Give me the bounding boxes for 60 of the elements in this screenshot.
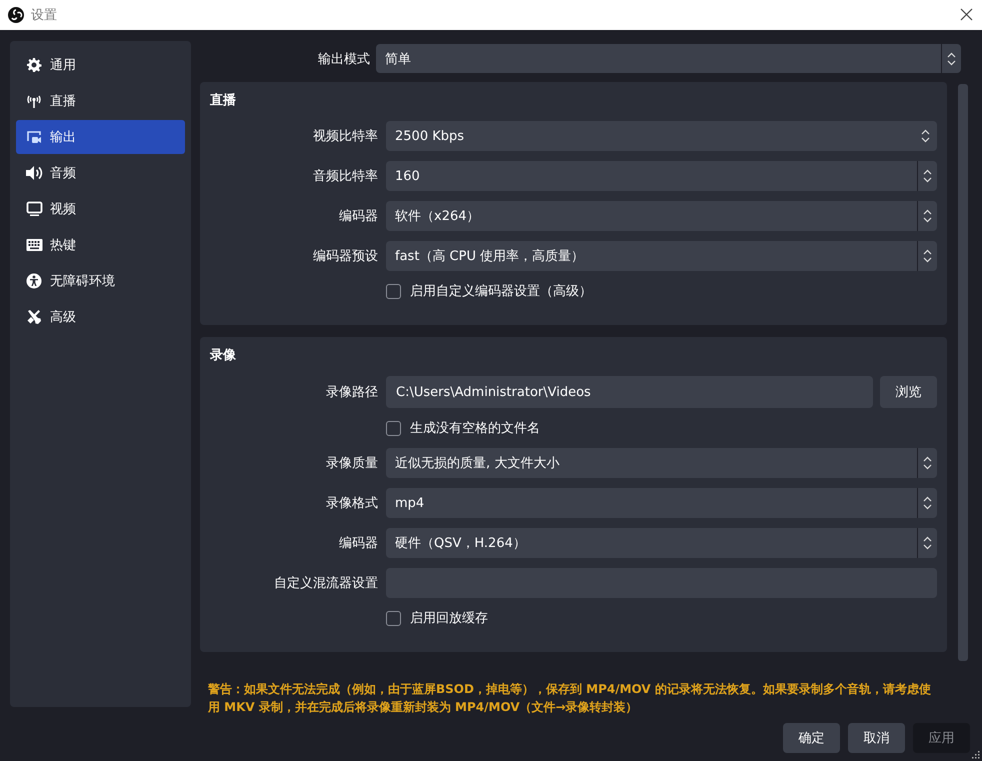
sidebar-item[interactable]: 视频 — [16, 192, 185, 226]
close-icon[interactable] — [960, 8, 973, 21]
window-title: 设置 — [31, 7, 57, 24]
field-label: 编码器 — [339, 208, 378, 225]
speaker-icon — [25, 165, 43, 181]
up-down-arrows-icon — [923, 536, 932, 550]
checkbox[interactable] — [386, 284, 401, 298]
dialog-button[interactable]: 确定 — [783, 723, 840, 753]
field-label: 录像质量 — [326, 455, 378, 472]
dialog-button[interactable]: 取消 — [848, 723, 905, 753]
sidebar-item[interactable]: 音频 — [16, 156, 185, 190]
checkbox-row[interactable]: 启用自定义编码器设置（高级） — [386, 281, 937, 301]
up-down-arrows-icon — [923, 496, 932, 510]
sidebar-item[interactable]: 通用 — [16, 48, 185, 82]
up-down-arrows-icon — [923, 456, 932, 470]
warning-text: 警告：如果文件无法完成（例如，由于蓝屏BSOD，掉电等），保存到 MP4/MOV 的记录将无法恢复。如果要录制多个音轨，请考虑使用 MKV 录制，并在完成后将录像重新封装为 MP4/MOV（文件→录像转封装） — [208, 681, 932, 716]
checkbox-row[interactable]: 生成没有空格的文件名 — [386, 418, 937, 438]
screen-camera-icon — [26, 129, 42, 145]
sidebar-item[interactable]: 输出 — [16, 120, 185, 154]
up-down-arrows-icon — [923, 249, 932, 263]
up-down-arrows-icon — [947, 52, 956, 66]
group-title: 录像 — [210, 347, 236, 364]
field-label: 编码器 — [339, 535, 378, 552]
resize-grip-icon[interactable] — [971, 750, 980, 759]
sidebar-item[interactable]: 高级 — [16, 300, 185, 334]
app-logo-icon — [8, 7, 24, 23]
dropdown[interactable]: 近似无损的质量, 大文件大小 — [386, 448, 937, 478]
accessibility-icon — [26, 273, 42, 289]
input-field[interactable]: C:\Users\Administrator\Videos — [386, 376, 873, 408]
dropdown[interactable]: 简单 — [376, 44, 961, 73]
checkbox-row[interactable]: 启用回放缓存 — [386, 608, 937, 628]
checkbox[interactable] — [386, 420, 401, 436]
gear-icon — [26, 57, 42, 73]
field-label: 视频比特率 — [313, 128, 378, 145]
dropdown[interactable]: 硬件（QSV，H.264） — [386, 528, 937, 558]
keyboard-icon — [26, 238, 42, 252]
up-down-arrows-icon — [920, 129, 930, 143]
dropdown[interactable]: 软件（x264） — [386, 201, 937, 231]
dropdown[interactable]: mp4 — [386, 488, 937, 518]
group-title: 直播 — [210, 92, 236, 109]
field-label: 音频比特率 — [313, 168, 378, 185]
sidebar-item[interactable]: 直播 — [16, 84, 185, 118]
up-down-arrows-icon — [923, 209, 932, 223]
sidebar-item[interactable]: 热键 — [16, 228, 185, 262]
field-label: 输出模式 — [318, 50, 370, 68]
up-down-arrows-icon — [923, 169, 932, 183]
field-label: 编码器预设 — [313, 248, 378, 265]
tools-icon — [26, 309, 42, 325]
sidebar-item[interactable]: 无障碍环境 — [16, 264, 185, 298]
dropdown[interactable]: 160 — [386, 161, 937, 191]
browse-button[interactable]: 浏览 — [880, 376, 937, 408]
checkbox[interactable] — [386, 610, 401, 626]
field-label: 录像格式 — [326, 495, 378, 512]
dropdown[interactable]: fast（高 CPU 使用率，高质量） — [386, 241, 937, 271]
monitor-icon — [26, 201, 42, 217]
antenna-icon — [25, 93, 43, 109]
spin-box[interactable]: 2500 Kbps — [386, 121, 937, 151]
field-label: 自定义混流器设置 — [274, 575, 378, 592]
scrollbar[interactable] — [958, 84, 968, 661]
field-label: 录像路径 — [326, 384, 378, 401]
